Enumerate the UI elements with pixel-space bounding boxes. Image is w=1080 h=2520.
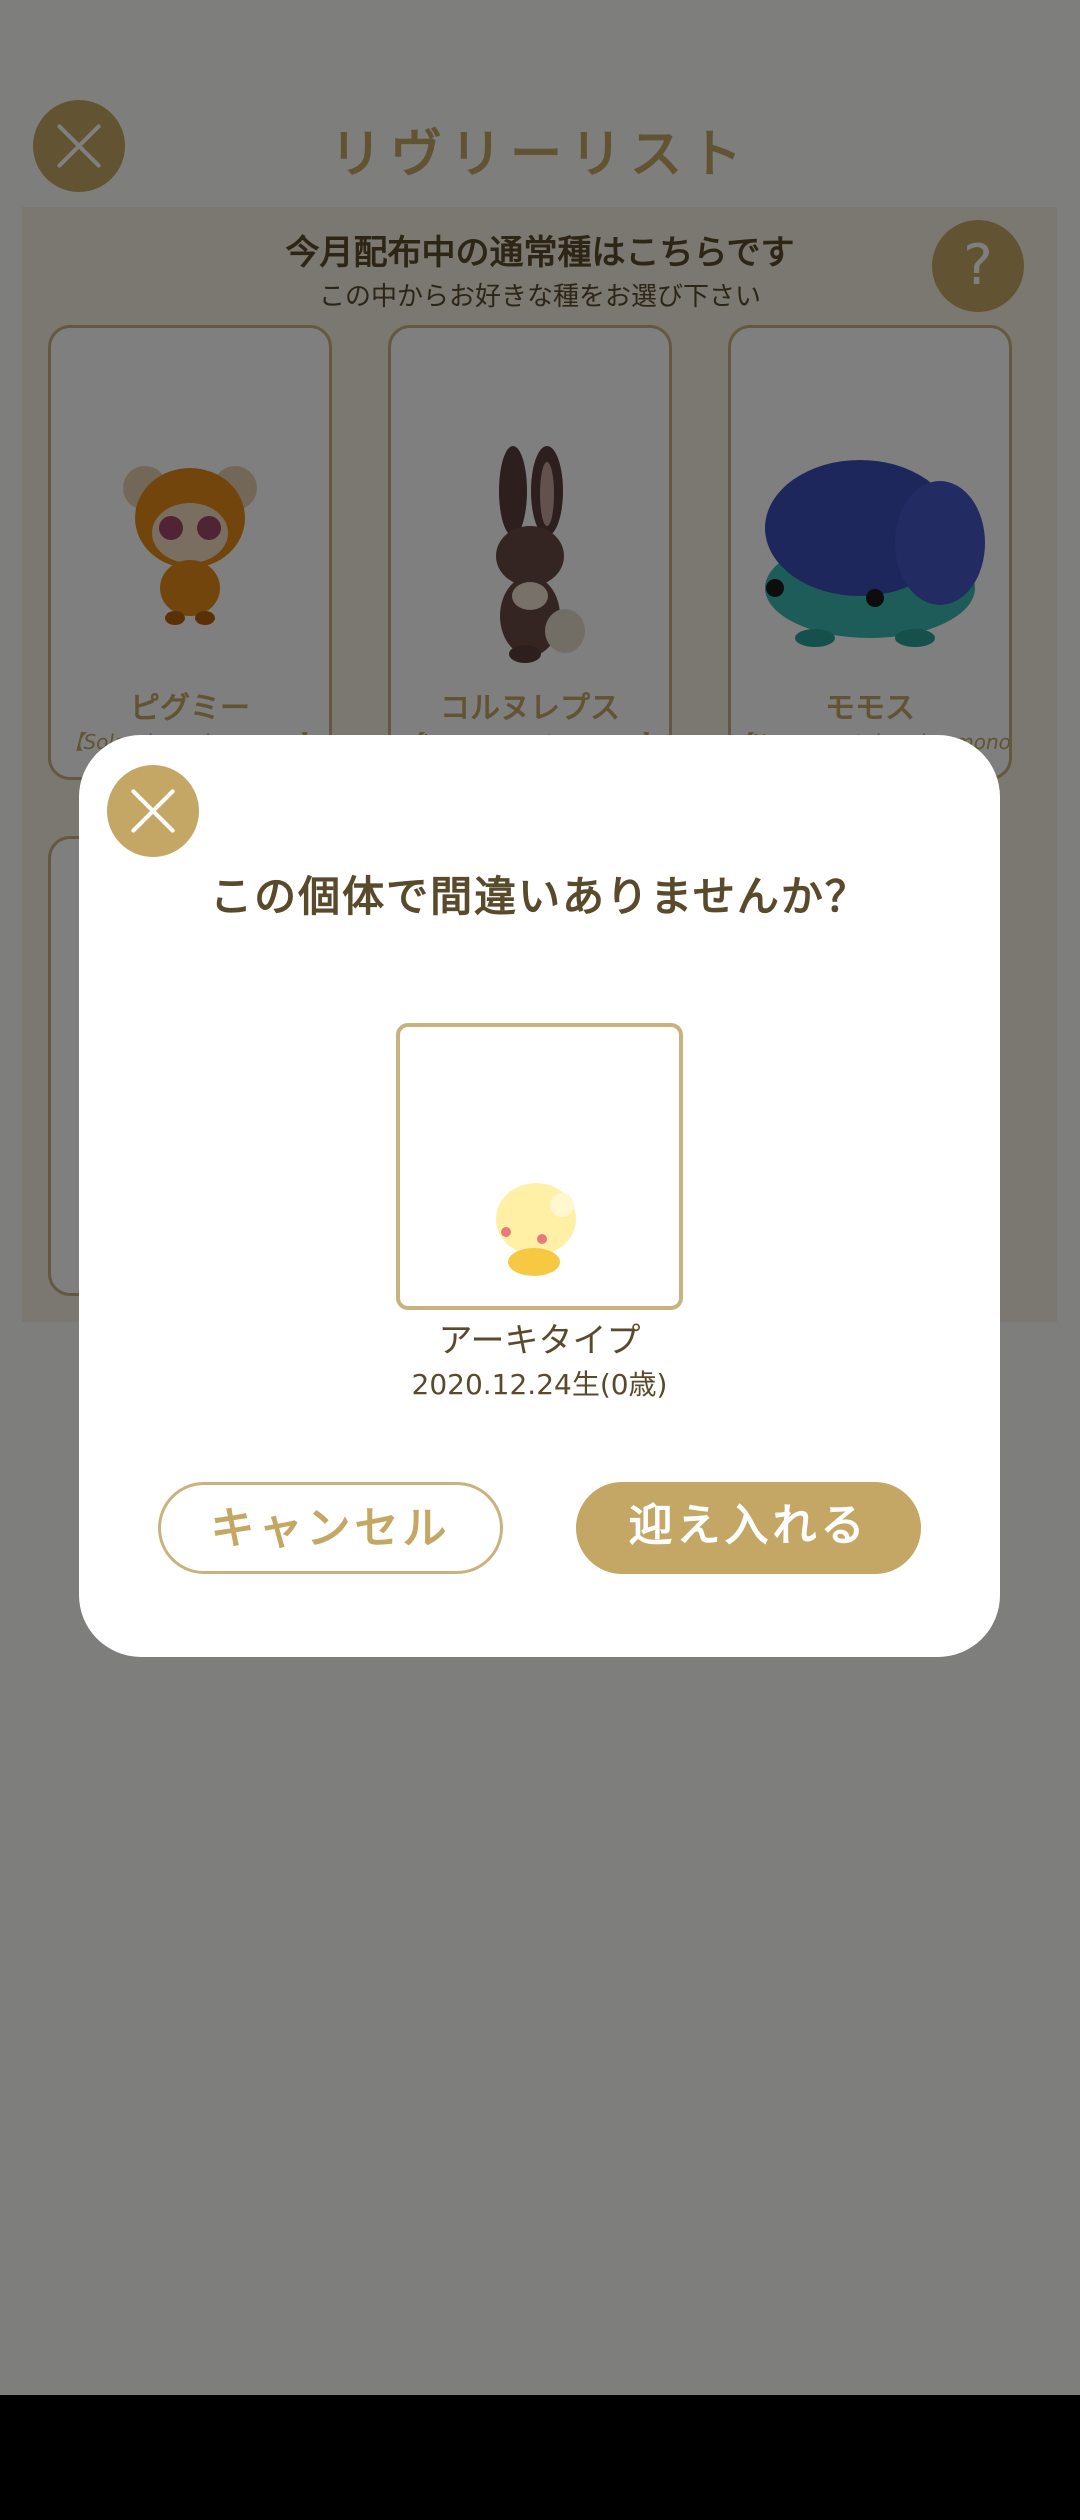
specimen-name: アーキタイプ	[438, 1321, 641, 1361]
system-navigation-bar	[0, 2395, 1080, 2520]
close-icon	[131, 789, 175, 833]
specimen-image-frame	[396, 1023, 683, 1310]
confirm-dialog: この個体で間違いありませんか？ アーキタイプ 2020.12.24生(0歳) キ…	[79, 735, 1000, 1657]
accept-button[interactable]: 迎え入れる	[576, 1482, 921, 1574]
dialog-close-button[interactable]	[107, 765, 199, 857]
cancel-button[interactable]: キャンセル	[158, 1482, 503, 1574]
specimen-birth-date: 2020.12.24生(0歳)	[411, 1368, 668, 1401]
archetype-creature-icon	[496, 1183, 576, 1276]
dialog-question: この個体で間違いありませんか？	[210, 872, 869, 921]
